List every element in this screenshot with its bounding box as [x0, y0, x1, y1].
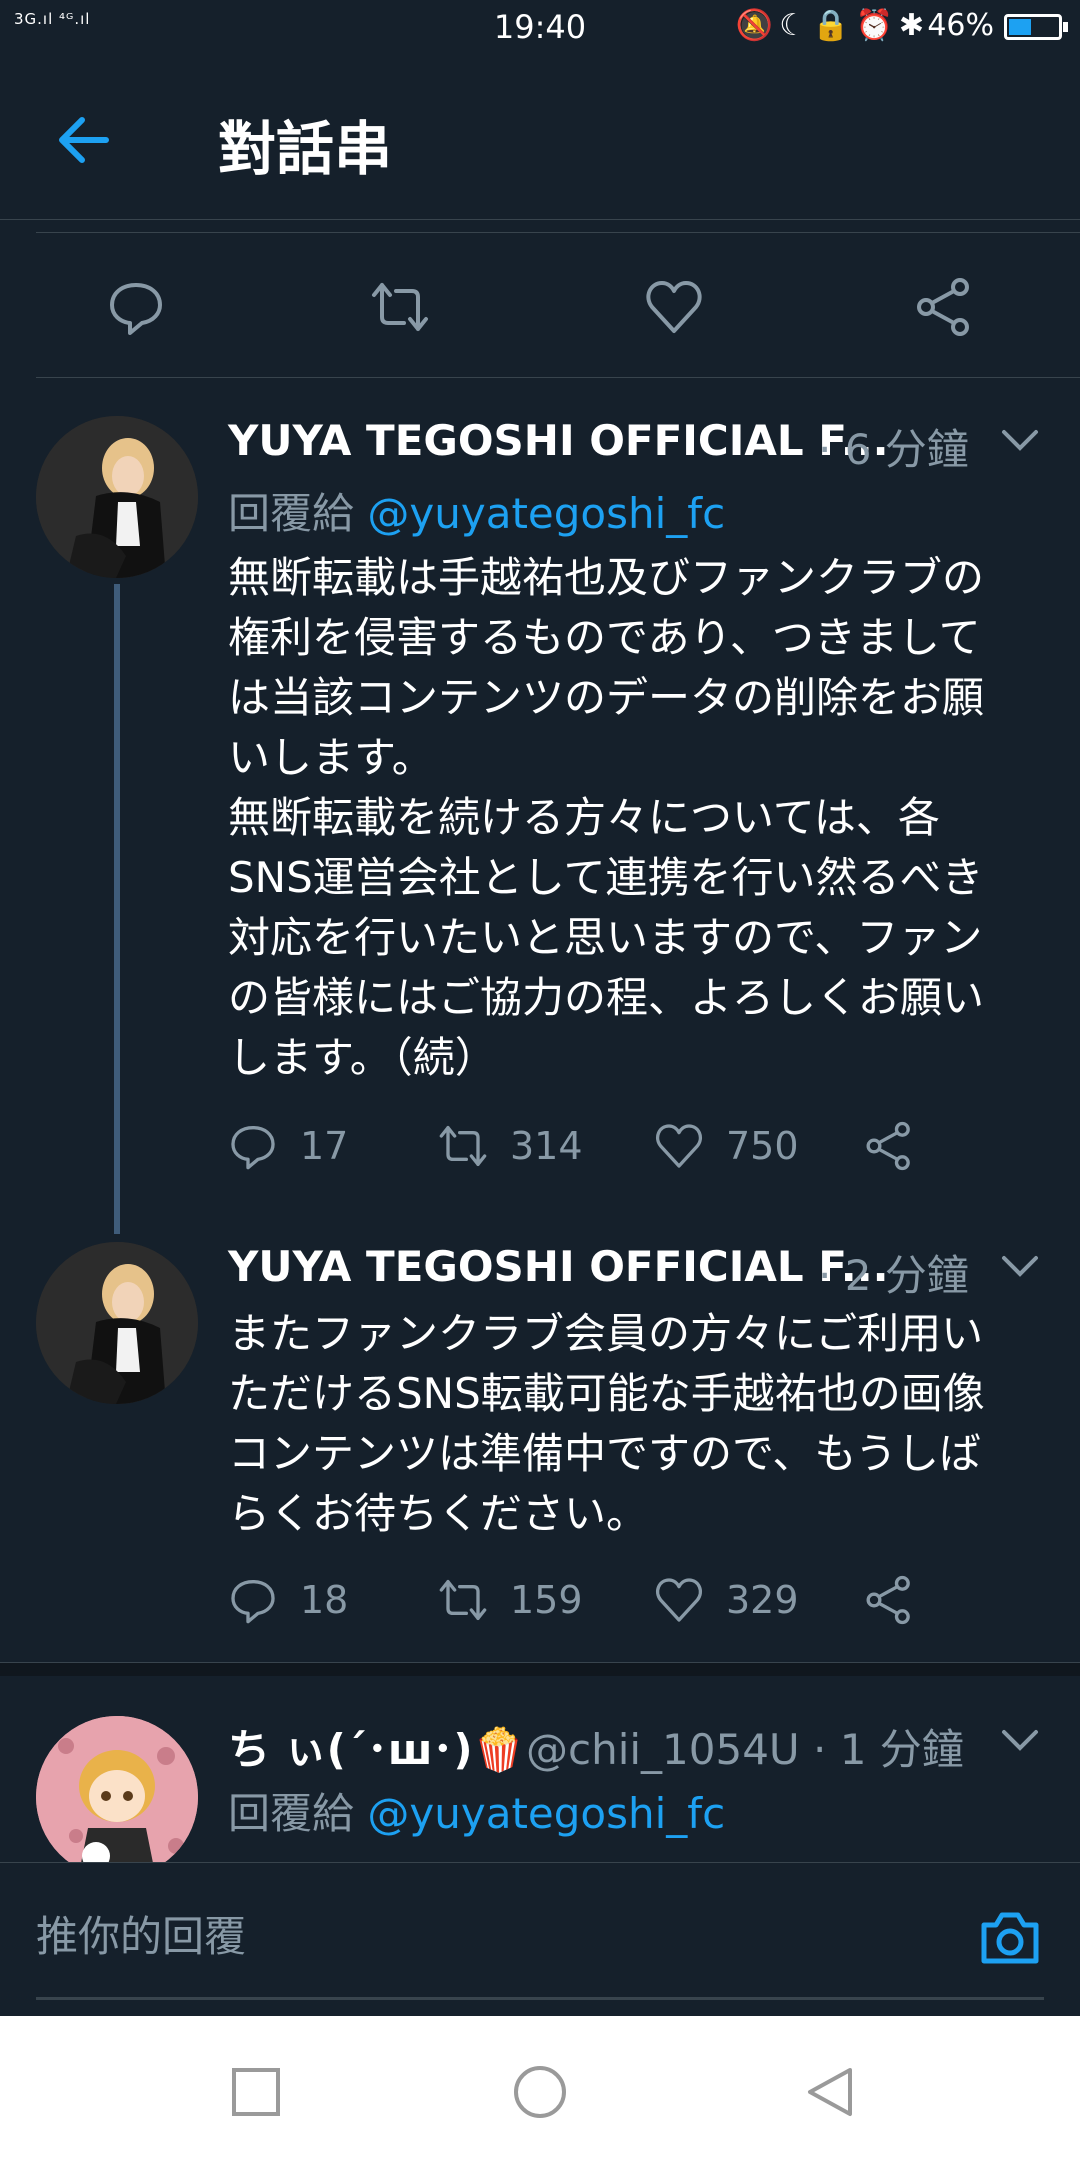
back-arrow-icon[interactable] — [52, 108, 116, 172]
chevron-down-icon[interactable] — [1000, 428, 1040, 454]
section-divider — [0, 1662, 1080, 1676]
reply-button[interactable]: 18 — [228, 1570, 348, 1630]
avatar[interactable] — [36, 1716, 198, 1878]
input-underline — [36, 1997, 1044, 2000]
reply-composer: 推你的回覆 — [0, 1862, 1080, 2016]
battery-icon — [1004, 14, 1068, 40]
retweet-button[interactable]: 159 — [438, 1570, 583, 1630]
tweet-author-name[interactable]: YUYA TEGOSHI OFFICIAL F... — [228, 416, 889, 465]
retweet-icon — [439, 1126, 487, 1166]
share-button[interactable] — [864, 1570, 936, 1630]
like-icon — [656, 1578, 702, 1622]
like-icon[interactable] — [644, 277, 704, 337]
avatar[interactable] — [36, 416, 198, 578]
tweet-author-name[interactable]: YUYA TEGOSHI OFFICIAL F... — [228, 1242, 889, 1291]
tweet-time: · 6 分鐘 — [818, 425, 969, 474]
like-count: 329 — [726, 1578, 799, 1622]
system-nav-bar — [0, 2016, 1080, 2160]
reply-icon — [231, 1580, 275, 1624]
like-count: 750 — [726, 1124, 799, 1168]
camera-icon[interactable] — [978, 1907, 1042, 1967]
retweet-icon[interactable] — [370, 277, 430, 337]
reply-count: 18 — [300, 1578, 349, 1622]
main-tweet-actions — [36, 232, 1080, 378]
reply-to-prefix: 回覆給 — [228, 1789, 355, 1838]
avatar[interactable] — [36, 1242, 198, 1404]
retweet-button[interactable]: 314 — [438, 1116, 583, 1176]
reply-to-line: 回覆給 @yuyategoshi_fc — [228, 480, 725, 541]
share-icon — [866, 1575, 910, 1625]
tweet-text: またファンクラブ会員の方々にご利用い ただけるSNS転載可能な手越祐也の画像 コ… — [228, 1309, 985, 1538]
tweet-actions: 17 314 750 — [228, 1116, 988, 1176]
tweet-handle-time: @chii_1054U · 1 分鐘 — [526, 1725, 964, 1774]
battery-percent: 46% — [927, 8, 994, 43]
reply-icon — [231, 1126, 275, 1170]
recents-button-icon[interactable] — [228, 2064, 284, 2120]
reply-to-handle[interactable]: @yuyategoshi_fc — [367, 489, 725, 538]
reply-to-prefix: 回覆給 — [228, 489, 355, 538]
page-title: 對話串 — [218, 115, 393, 183]
status-bar: 3G.ıl ⁴ᴳ.ıl 19:40 🔕☾🔒⏰✱ 46% — [0, 0, 1080, 56]
like-button[interactable]: 750 — [654, 1116, 799, 1176]
reply-button[interactable]: 17 — [228, 1116, 348, 1176]
like-button[interactable]: 329 — [654, 1570, 799, 1630]
tweet-time: · 2 分鐘 — [818, 1251, 969, 1300]
thread-connector — [114, 584, 120, 1234]
reply-to-line: 回覆給 @yuyategoshi_fc — [228, 1780, 725, 1841]
back-button-icon[interactable] — [802, 2064, 858, 2120]
tweet-author-name[interactable]: ち ぃ(´･ш･)🍿 — [228, 1716, 525, 1777]
share-button[interactable] — [864, 1116, 936, 1176]
chevron-down-icon[interactable] — [1000, 1254, 1040, 1280]
chevron-down-icon[interactable] — [1000, 1728, 1040, 1754]
reply-icon[interactable] — [106, 277, 166, 337]
tweet-actions: 18 159 329 — [228, 1570, 988, 1630]
home-button-icon[interactable] — [512, 2064, 568, 2120]
status-icons: 🔕☾🔒⏰✱ — [735, 8, 930, 43]
share-icon — [866, 1121, 910, 1171]
retweet-count: 159 — [510, 1578, 583, 1622]
top-app-bar: 對話串 — [0, 56, 1080, 220]
reply-to-handle[interactable]: @yuyategoshi_fc — [367, 1789, 725, 1838]
tweet-text: 無断転載は手越祐也及びファンクラブの 権利を侵害するものであり、つきまして は当… — [228, 553, 985, 1082]
retweet-count: 314 — [510, 1124, 583, 1168]
share-icon[interactable] — [914, 277, 974, 337]
like-icon — [656, 1124, 702, 1168]
reply-input[interactable]: 推你的回覆 — [36, 1903, 246, 1964]
retweet-icon — [439, 1580, 487, 1620]
reply-count: 17 — [300, 1124, 349, 1168]
